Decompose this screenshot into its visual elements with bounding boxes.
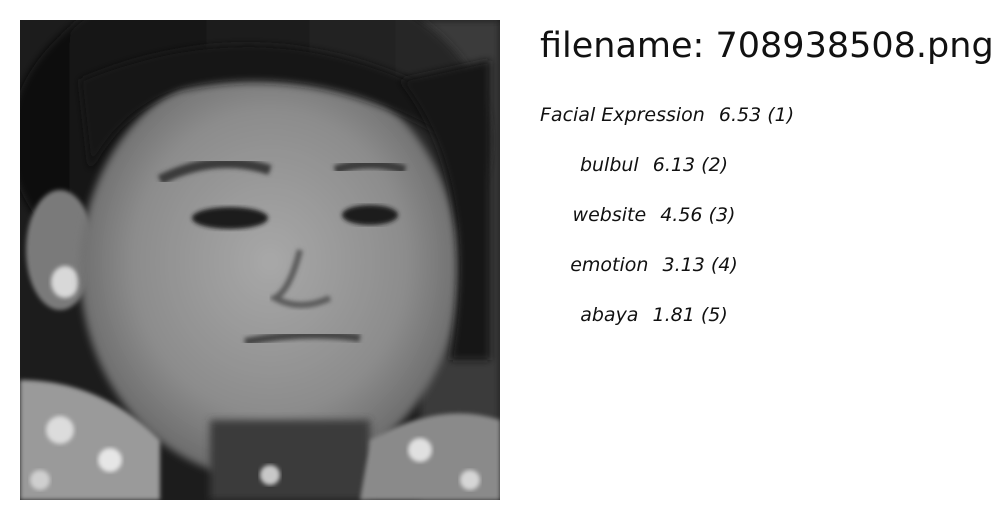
filename-label: filename: bbox=[540, 26, 705, 66]
prediction-score: 3.13 bbox=[662, 254, 705, 276]
prediction-item: bulbul 6.13 (2) bbox=[540, 152, 768, 202]
prediction-rank: (3) bbox=[708, 204, 736, 226]
face-photo bbox=[20, 20, 500, 500]
prediction-score: 6.13 bbox=[652, 154, 696, 176]
face-photo-illustration bbox=[20, 20, 500, 500]
prediction-label: emotion bbox=[570, 254, 649, 276]
prediction-item: abaya 1.81 (5) bbox=[540, 302, 768, 352]
prediction-item: Facial Expression 6.53 (1) bbox=[540, 102, 794, 152]
prediction-rank: (5) bbox=[700, 304, 728, 326]
prediction-rank: (2) bbox=[701, 154, 729, 176]
filename-title: filename: 708938508.png bbox=[540, 24, 994, 68]
prediction-label: abaya bbox=[580, 304, 639, 326]
prediction-list: Facial Expression 6.53 (1) bulbul 6.13 (… bbox=[540, 102, 794, 352]
prediction-rank: (1) bbox=[767, 104, 795, 126]
prediction-score: 4.56 bbox=[660, 204, 703, 226]
prediction-label: bulbul bbox=[579, 154, 639, 176]
prediction-item: emotion 3.13 (4) bbox=[540, 252, 768, 302]
prediction-rank: (4) bbox=[710, 254, 738, 276]
filename-value: 708938508.png bbox=[715, 26, 994, 66]
prediction-score: 1.81 bbox=[652, 304, 695, 326]
prediction-label: website bbox=[572, 204, 647, 226]
prediction-label: Facial Expression bbox=[540, 104, 705, 126]
prediction-item: website 4.56 (3) bbox=[540, 202, 768, 252]
prediction-score: 6.53 bbox=[718, 104, 762, 126]
